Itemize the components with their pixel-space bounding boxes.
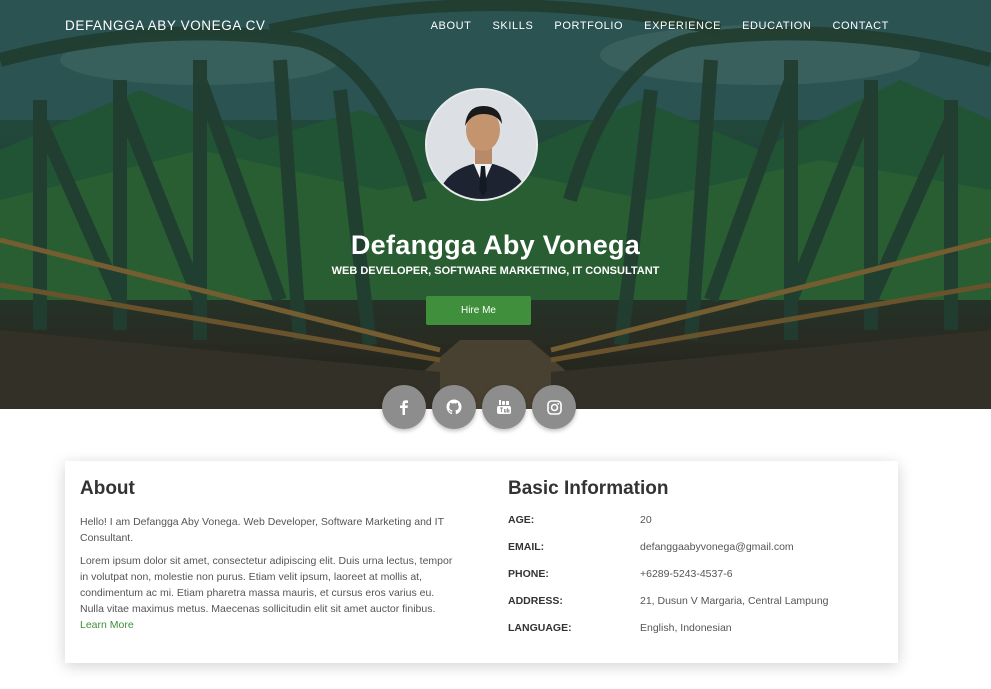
facebook-button[interactable] bbox=[382, 385, 426, 429]
nav-item-skills[interactable]: SKILLS bbox=[492, 20, 533, 32]
nav-item-contact[interactable]: CONTACT bbox=[832, 20, 889, 32]
about-body-text: Lorem ipsum dolor sit amet, consectetur … bbox=[80, 555, 453, 615]
brand-logo[interactable]: DEFANGGA ABY VONEGA CV bbox=[65, 18, 266, 33]
info-key: PHONE: bbox=[508, 568, 549, 580]
social-links bbox=[382, 385, 576, 429]
instagram-button[interactable] bbox=[532, 385, 576, 429]
info-key: AGE: bbox=[508, 514, 535, 526]
info-row-language: LANGUAGE: English, Indonesian bbox=[508, 622, 878, 649]
about-title: About bbox=[80, 478, 135, 499]
hero-section: DEFANGGA ABY VONEGA CV ABOUT SKILLS PORT… bbox=[0, 0, 991, 409]
youtube-icon bbox=[497, 400, 511, 414]
nav-item-education[interactable]: EDUCATION bbox=[742, 20, 811, 32]
info-row-phone: PHONE: +6289-5243-4537-6 bbox=[508, 568, 878, 595]
facebook-icon bbox=[400, 400, 408, 415]
info-value: English, Indonesian bbox=[640, 622, 732, 634]
profile-avatar bbox=[425, 88, 538, 201]
info-value: 20 bbox=[640, 514, 652, 526]
youtube-button[interactable] bbox=[482, 385, 526, 429]
hero-name: Defangga Aby Vonega bbox=[350, 230, 641, 260]
info-value: 21, Dusun V Margaria, Central Lampung bbox=[640, 595, 829, 607]
info-value: defanggaabyvonega@gmail.com bbox=[640, 541, 794, 553]
about-body: Lorem ipsum dolor sit amet, consectetur … bbox=[80, 553, 460, 633]
github-icon bbox=[446, 399, 462, 415]
nav-item-about[interactable]: ABOUT bbox=[431, 20, 472, 32]
about-section: About Hello! I am Defangga Aby Vonega. W… bbox=[80, 478, 460, 640]
about-card: About Hello! I am Defangga Aby Vonega. W… bbox=[65, 461, 898, 663]
basic-info-title: Basic Information bbox=[508, 478, 669, 499]
about-intro: Hello! I am Defangga Aby Vonega. Web Dev… bbox=[80, 516, 444, 544]
info-key: ADDRESS: bbox=[508, 595, 563, 607]
info-row-age: AGE: 20 bbox=[508, 514, 878, 541]
info-row-address: ADDRESS: 21, Dusun V Margaria, Central L… bbox=[508, 595, 878, 622]
nav-item-experience[interactable]: EXPERIENCE bbox=[644, 20, 721, 32]
nav-menu: ABOUT SKILLS PORTFOLIO EXPERIENCE EDUCAT… bbox=[431, 20, 889, 32]
hero-subtitle: WEB DEVELOPER, SOFTWARE MARKETING, IT CO… bbox=[331, 265, 660, 277]
nav-item-portfolio[interactable]: PORTFOLIO bbox=[554, 20, 623, 32]
hero-overlay bbox=[0, 0, 991, 409]
hire-me-button[interactable]: Hire Me bbox=[426, 296, 531, 325]
instagram-icon bbox=[546, 399, 562, 415]
github-button[interactable] bbox=[432, 385, 476, 429]
basic-info-section: Basic Information AGE: 20 EMAIL: defangg… bbox=[508, 478, 878, 649]
info-row-email: EMAIL: defanggaabyvonega@gmail.com bbox=[508, 541, 878, 568]
top-nav: DEFANGGA ABY VONEGA CV ABOUT SKILLS PORT… bbox=[0, 0, 991, 52]
info-key: LANGUAGE: bbox=[508, 622, 572, 634]
info-key: EMAIL: bbox=[508, 541, 545, 553]
info-value: +6289-5243-4537-6 bbox=[640, 568, 733, 580]
profile-photo bbox=[427, 90, 536, 199]
learn-more-link[interactable]: Learn More bbox=[80, 619, 134, 631]
